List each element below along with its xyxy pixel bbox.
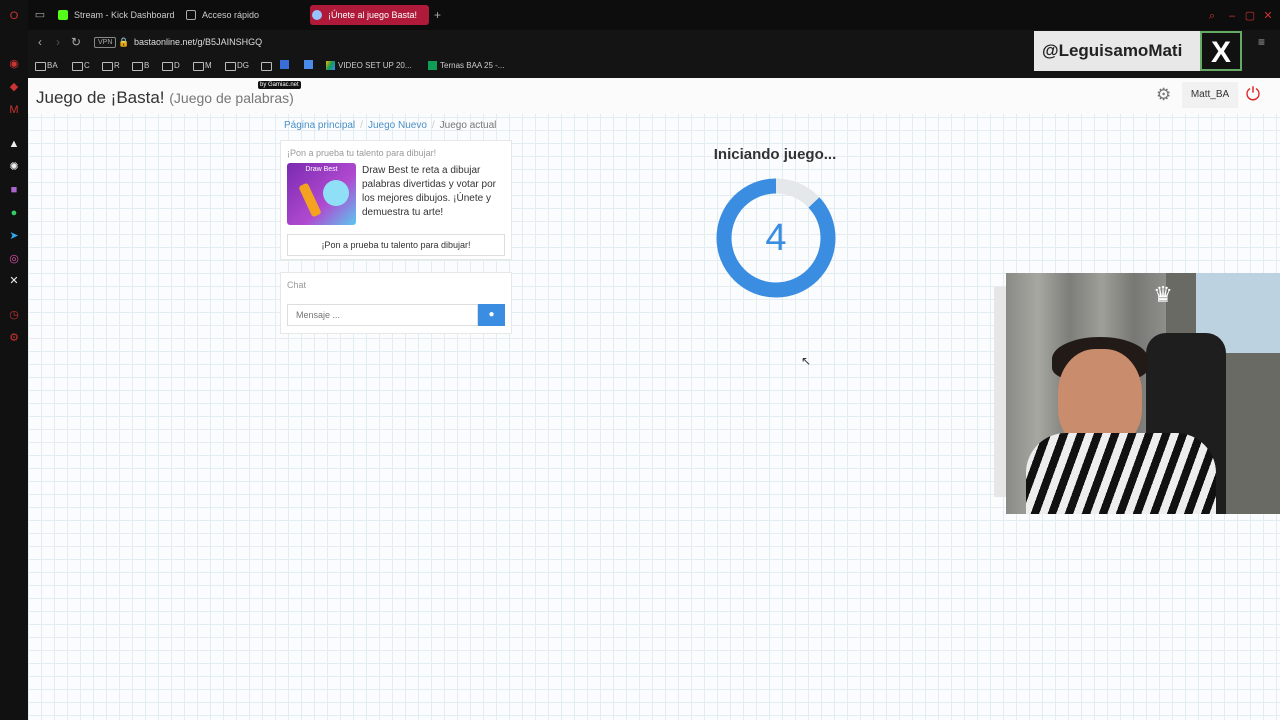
send-icon[interactable]: ● <box>478 304 505 326</box>
draw-best-image[interactable]: Draw Best <box>287 163 356 225</box>
tab-kick-dashboard[interactable]: Stream - Kick Dashboard <box>56 5 175 25</box>
bookmark-folder[interactable]: D <box>162 60 180 72</box>
bookmark-folder[interactable]: DG <box>225 60 249 72</box>
opera-logo-icon[interactable]: O <box>6 8 22 24</box>
game-subtitle: (Juego de palabras) <box>169 90 294 106</box>
site-header: Juego de ¡Basta! (Juego de palabras) by … <box>28 78 1280 114</box>
promo-panel: ¡Pon a prueba tu talento para dibujar! D… <box>280 140 512 260</box>
google-sheets-icon <box>428 61 437 70</box>
tab-label: Stream - Kick Dashboard <box>74 10 175 20</box>
lock-icon[interactable]: 🔒 <box>116 34 132 50</box>
breadcrumb-separator: / <box>431 120 435 131</box>
twitter-handle-overlay: @LeguisamoMati X <box>1034 31 1242 71</box>
chat-panel: Chat ● <box>280 272 512 334</box>
browser-sidebar: O ◉ ◆ M ▲ ✺ ■ ● ➤ ◎ ✕ ◷ ⚙ <box>0 0 28 720</box>
bookmark-folder[interactable]: BA <box>35 60 58 72</box>
breadcrumb: Página principal / Juego Nuevo / Juego actua… <box>284 120 496 131</box>
streamer-shirt <box>1026 433 1216 514</box>
tab-basta-game[interactable]: ¡Únete al juego Basta! <box>310 5 430 25</box>
bookmark-folder[interactable]: C <box>72 60 90 72</box>
tab-acceso-rapido[interactable]: Acceso rápido <box>184 5 259 25</box>
bookmark-app-icon[interactable] <box>304 60 313 73</box>
twitter-handle: @LeguisamoMati <box>1042 41 1183 60</box>
webcam-frame-edge <box>994 287 1006 497</box>
countdown-number: 4 <box>765 217 787 259</box>
breadcrumb-current: Juego actual <box>439 120 497 131</box>
sidebar-app-icon[interactable]: ✺ <box>6 159 22 175</box>
user-menu[interactable]: Matt_BA <box>1182 82 1238 108</box>
paintbrush-icon <box>298 182 322 218</box>
chat-message-input[interactable] <box>287 304 478 326</box>
x-logo-icon: X <box>1200 31 1242 71</box>
sidebar-app-icon[interactable]: ■ <box>6 182 22 198</box>
reload-icon[interactable]: ↻ <box>68 34 84 50</box>
close-icon[interactable]: ✕ <box>1260 8 1276 24</box>
crown-logo-icon: ♛ <box>1153 282 1173 307</box>
draw-best-button[interactable]: ¡Pon a prueba tu talento para dibujar! <box>287 234 505 256</box>
sidebar-app-icon[interactable]: ▲ <box>6 136 22 152</box>
search-icon[interactable]: ⌕ <box>1204 8 1220 24</box>
google-drive-icon <box>326 61 335 70</box>
tab-bar: ▭ Stream - Kick Dashboard Acceso rápido … <box>28 0 1280 30</box>
draw-best-logo: Draw Best <box>305 166 338 173</box>
promo-title: ¡Pon a prueba tu talento para dibujar! <box>287 148 437 158</box>
sidebar-app-icon[interactable]: ◆ <box>6 79 22 95</box>
history-icon[interactable]: ◷ <box>6 307 22 323</box>
x-icon[interactable]: ✕ <box>6 273 22 289</box>
chat-title: Chat <box>287 280 307 290</box>
tab-label: ¡Únete al juego Basta! <box>328 10 418 20</box>
tab-label: Acceso rápido <box>202 10 260 20</box>
promo-description: Draw Best te reta a dibujar palabras div… <box>362 165 496 218</box>
minimize-icon[interactable]: – <box>1224 8 1240 24</box>
bookmark-folder[interactable]: M <box>193 60 212 72</box>
bookmark-app-icon[interactable] <box>280 60 289 73</box>
new-tab-button[interactable]: + <box>434 5 441 25</box>
vpn-badge[interactable]: VPN <box>94 37 117 48</box>
sidebar-app-icon[interactable]: M <box>6 102 22 118</box>
bookmark-label: Ternas BAA 25 -... <box>440 61 505 70</box>
telegram-icon[interactable]: ➤ <box>6 228 22 244</box>
sidebar-app-icon[interactable]: ◉ <box>6 56 22 72</box>
breadcrumb-home[interactable]: Página principal <box>284 120 355 131</box>
game-status: Iniciando juego... <box>713 146 837 163</box>
globe-icon <box>312 10 322 20</box>
browser-menu-icon[interactable]: ≡ <box>1258 36 1270 48</box>
power-icon[interactable]: ⏻ <box>1243 84 1263 104</box>
instagram-icon[interactable]: ◎ <box>6 251 22 267</box>
back-icon[interactable]: ‹ <box>32 34 48 50</box>
paint-splash-icon <box>323 180 349 206</box>
bookmark-label: VIDEO SET UP 20... <box>338 61 412 70</box>
bookmark-folder[interactable]: B <box>132 60 149 72</box>
breadcrumb-new-game[interactable]: Juego Nuevo <box>368 120 427 131</box>
webcam-overlay: ♛ <box>1006 273 1280 514</box>
bookmark-drive[interactable]: VIDEO SET UP 20... <box>326 60 412 72</box>
gamiac-badge: by Gamiac.net <box>258 81 301 89</box>
url-field[interactable]: bastaonline.net/g/B5JAINSHGQ <box>134 35 262 49</box>
kick-icon <box>58 10 68 20</box>
breadcrumb-separator: / <box>360 120 363 131</box>
mouse-cursor-icon: ↖ <box>801 354 812 368</box>
maximize-icon[interactable]: ▢ <box>1242 8 1258 24</box>
grid-icon <box>186 10 196 20</box>
game-title: Juego de ¡Basta! <box>36 88 165 107</box>
gear-icon[interactable]: ⚙ <box>1156 86 1174 104</box>
tab-menu-icon[interactable]: ▭ <box>32 7 48 23</box>
forward-icon[interactable]: › <box>50 34 66 50</box>
page-title: Juego de ¡Basta! (Juego de palabras) <box>36 88 294 108</box>
bookmark-folder[interactable]: R <box>102 60 120 72</box>
settings-icon[interactable]: ⚙ <box>6 330 22 346</box>
bookmark-sheets[interactable]: Ternas BAA 25 -... <box>428 60 504 72</box>
whatsapp-icon[interactable]: ● <box>6 205 22 221</box>
